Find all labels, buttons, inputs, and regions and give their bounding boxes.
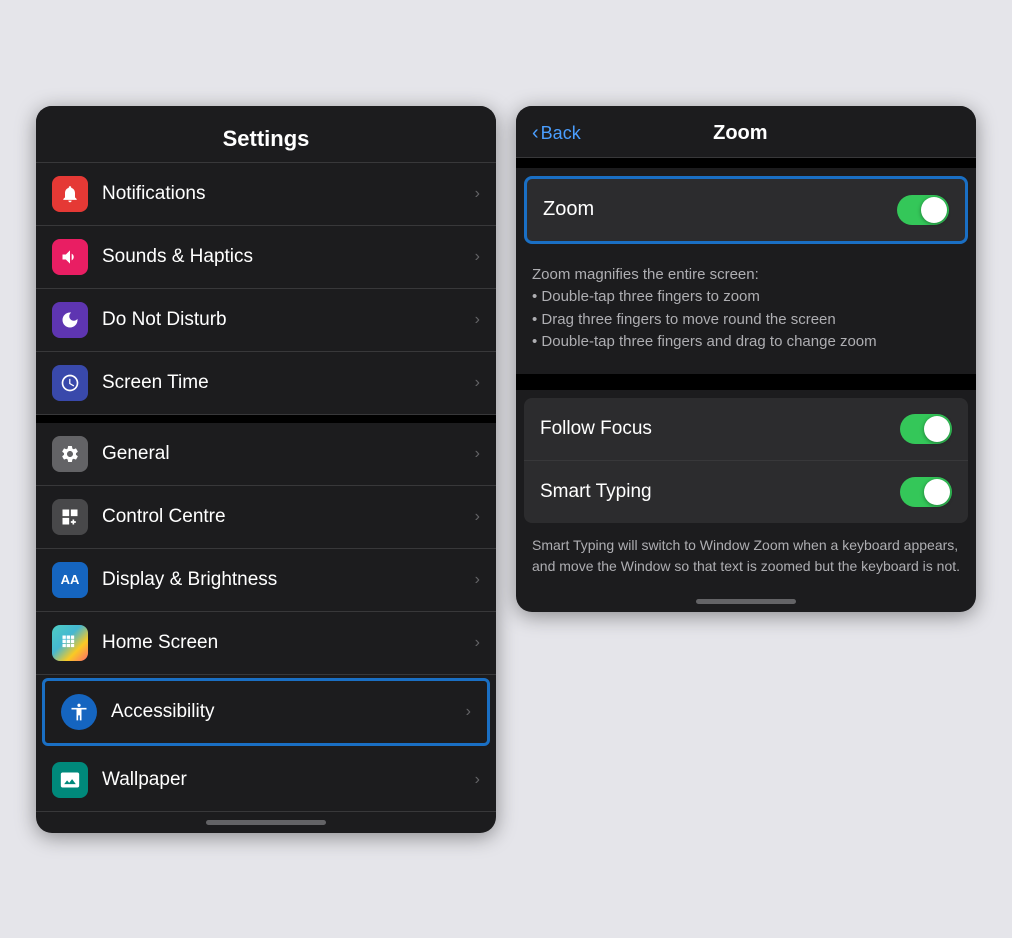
follow-focus-knob <box>924 416 950 442</box>
dnd-icon <box>52 302 88 338</box>
zoom-panel: ‹ Back Zoom Zoom Zoom magnifies the enti… <box>516 106 976 612</box>
settings-title: Settings <box>223 126 310 151</box>
homescreen-chevron: › <box>475 634 480 652</box>
zoom-toggle-knob <box>921 197 947 223</box>
zoom-footer-text: Smart Typing will switch to Window Zoom … <box>532 537 960 574</box>
zoom-scroll-indicator <box>696 599 796 604</box>
settings-item-control[interactable]: Control Centre › <box>36 486 496 549</box>
sounds-chevron: › <box>475 248 480 266</box>
display-chevron: › <box>475 571 480 589</box>
settings-item-dnd[interactable]: Do Not Disturb › <box>36 289 496 352</box>
control-chevron: › <box>475 508 480 526</box>
display-icon: AA <box>52 562 88 598</box>
settings-panel: Settings Notifications › Sounds & Haptic… <box>36 106 496 833</box>
smart-typing-knob <box>924 479 950 505</box>
zoom-description-text: Zoom magnifies the entire screen:• Doubl… <box>532 266 877 351</box>
settings-scroll-indicator <box>206 820 326 825</box>
sounds-icon <box>52 239 88 275</box>
follow-focus-toggle[interactable] <box>900 414 952 444</box>
control-label: Control Centre <box>102 506 475 528</box>
settings-item-accessibility[interactable]: Accessibility › <box>42 678 490 746</box>
smart-typing-label: Smart Typing <box>540 481 900 503</box>
settings-item-display[interactable]: AA Display & Brightness › <box>36 549 496 612</box>
back-label: Back <box>541 123 581 144</box>
group-separator <box>36 415 496 423</box>
control-icon <box>52 499 88 535</box>
accessibility-chevron: › <box>466 703 471 721</box>
dnd-label: Do Not Disturb <box>102 309 475 331</box>
zoom-header: ‹ Back Zoom <box>516 106 976 158</box>
settings-item-sounds[interactable]: Sounds & Haptics › <box>36 226 496 289</box>
zoom-title: Zoom <box>581 122 900 145</box>
sounds-label: Sounds & Haptics <box>102 246 475 268</box>
smart-typing-row[interactable]: Smart Typing <box>524 461 968 523</box>
homescreen-icon <box>52 625 88 661</box>
zoom-separator <box>516 382 976 390</box>
settings-item-homescreen[interactable]: Home Screen › <box>36 612 496 675</box>
settings-item-wallpaper[interactable]: Wallpaper › <box>36 749 496 812</box>
follow-focus-label: Follow Focus <box>540 418 900 440</box>
screentime-chevron: › <box>475 374 480 392</box>
back-chevron-icon: ‹ <box>532 122 539 145</box>
settings-item-general[interactable]: General › <box>36 423 496 486</box>
zoom-toggle-row[interactable]: Zoom <box>524 176 968 244</box>
display-label: Display & Brightness <box>102 569 475 591</box>
zoom-footer: Smart Typing will switch to Window Zoom … <box>516 523 976 593</box>
accessibility-icon <box>61 694 97 730</box>
general-chevron: › <box>475 445 480 463</box>
wallpaper-label: Wallpaper <box>102 769 475 791</box>
zoom-toggle-label: Zoom <box>543 198 897 221</box>
notifications-chevron: › <box>475 185 480 203</box>
smart-typing-toggle[interactable] <box>900 477 952 507</box>
wallpaper-icon <box>52 762 88 798</box>
general-icon <box>52 436 88 472</box>
settings-item-notifications[interactable]: Notifications › <box>36 163 496 226</box>
zoom-description: Zoom magnifies the entire screen:• Doubl… <box>516 252 976 382</box>
notifications-icon <box>52 176 88 212</box>
zoom-top-strip <box>516 158 976 168</box>
settings-list: Notifications › Sounds & Haptics › Do No… <box>36 163 496 812</box>
follow-focus-row[interactable]: Follow Focus <box>524 398 968 460</box>
wallpaper-chevron: › <box>475 771 480 789</box>
zoom-back-button[interactable]: ‹ Back <box>532 122 581 145</box>
screentime-icon <box>52 365 88 401</box>
dnd-chevron: › <box>475 311 480 329</box>
zoom-toggle-switch[interactable] <box>897 195 949 225</box>
settings-header: Settings <box>36 106 496 163</box>
notifications-label: Notifications <box>102 183 475 205</box>
accessibility-label: Accessibility <box>111 701 466 723</box>
settings-item-screentime[interactable]: Screen Time › <box>36 352 496 415</box>
screentime-label: Screen Time <box>102 372 475 394</box>
general-label: General <box>102 443 475 465</box>
homescreen-label: Home Screen <box>102 632 475 654</box>
